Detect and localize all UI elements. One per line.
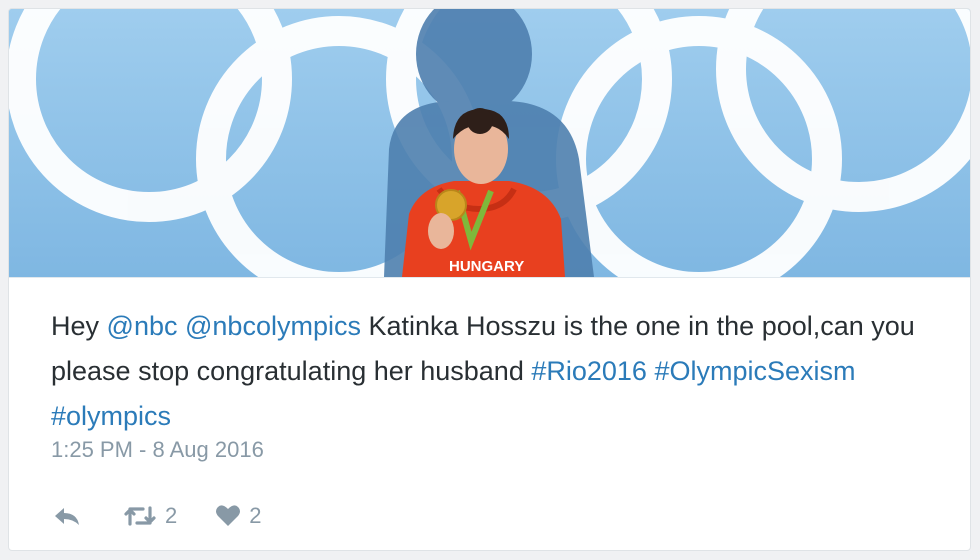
like-count: 2 bbox=[249, 503, 262, 528]
jacket-text: HUNGARY bbox=[449, 258, 524, 275]
hashtag-olympicsexism[interactable]: #OlympicSexism bbox=[654, 356, 855, 386]
retweet-icon bbox=[124, 506, 156, 526]
reply-button[interactable] bbox=[53, 505, 81, 527]
olympic-podium-image: HUNGARY bbox=[9, 9, 970, 277]
heart-icon bbox=[216, 505, 241, 526]
mention-nbc[interactable]: @nbc bbox=[107, 311, 178, 341]
hashtag-rio2016[interactable]: #Rio2016 bbox=[531, 356, 647, 386]
tweet-timestamp[interactable]: 1:25 PM - 8 Aug 2016 bbox=[51, 437, 264, 463]
tweet-text-part bbox=[177, 311, 185, 341]
like-button[interactable]: 2 bbox=[215, 503, 262, 529]
hashtag-olympics[interactable]: #olympics bbox=[51, 401, 171, 431]
tweet-text: Hey @nbc @nbcolympics Katinka Hosszu is … bbox=[51, 304, 931, 439]
mention-nbcolympics[interactable]: @nbcolympics bbox=[185, 311, 361, 341]
reply-icon bbox=[55, 508, 79, 525]
tweet-photo[interactable]: HUNGARY bbox=[9, 9, 970, 277]
retweet-count: 2 bbox=[165, 503, 178, 528]
tweet-actions: 2 2 bbox=[53, 501, 262, 531]
tweet-card: HUNGARY Hey @nbc @nbcolympics Katinka Ho… bbox=[8, 8, 971, 551]
tweet-body: Hey @nbc @nbcolympics Katinka Hosszu is … bbox=[9, 277, 970, 550]
tweet-text-part: Hey bbox=[51, 311, 107, 341]
retweet-button[interactable]: 2 bbox=[123, 503, 177, 529]
